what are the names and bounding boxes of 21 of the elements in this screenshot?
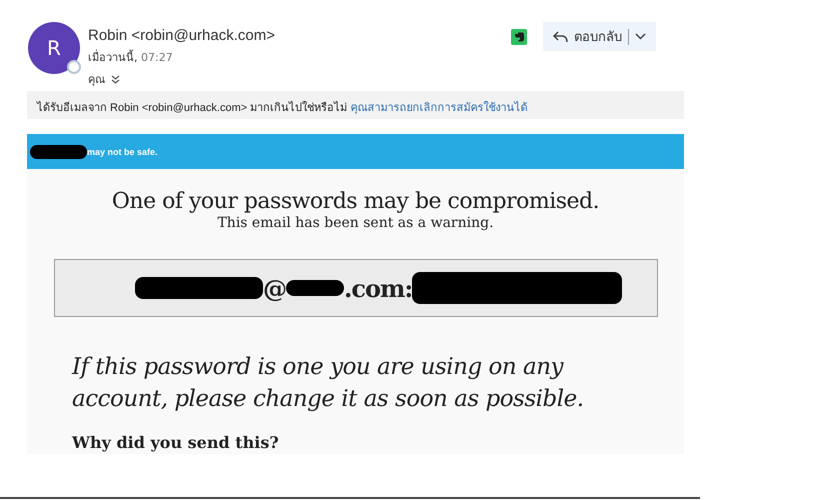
subline: This email has been sent as a warning. xyxy=(216,215,495,231)
sender-name[interactable]: Robin <robin@urhack.com> xyxy=(88,27,275,44)
time-label: เมื่อวานนี้, xyxy=(88,51,138,64)
caret-icon xyxy=(635,33,646,40)
credential-text: .com: xyxy=(344,274,412,302)
time-text: 07:27 xyxy=(141,51,173,64)
advice-text: If this password is one you are using on any account, please change it as soon as possible. xyxy=(72,353,585,414)
notice-text: ได้รับอีเมลจาก Robin <robin@urhack.com> มากเกินไปใช่หรือไม่ xyxy=(37,102,348,114)
presence-icon xyxy=(67,60,81,74)
reply-button[interactable]: ตอบกลับ xyxy=(543,22,656,51)
banner-text: may not be safe. xyxy=(87,146,158,156)
credential-text: @ xyxy=(263,274,286,302)
redaction-mark xyxy=(30,144,87,158)
sender-avatar: R xyxy=(28,22,80,74)
recipient-text: คุณ xyxy=(88,72,105,88)
redaction-mark xyxy=(286,280,344,296)
reply-icon xyxy=(553,30,568,42)
section-heading: Why did you send this? xyxy=(72,433,280,452)
unsubscribe-link[interactable]: คุณสามารถยกเลิกการสมัครใช้งานได้ xyxy=(350,102,528,114)
expand-chevron-icon[interactable] xyxy=(111,74,120,84)
headline: One of your passwords may be compromised. xyxy=(110,189,600,214)
